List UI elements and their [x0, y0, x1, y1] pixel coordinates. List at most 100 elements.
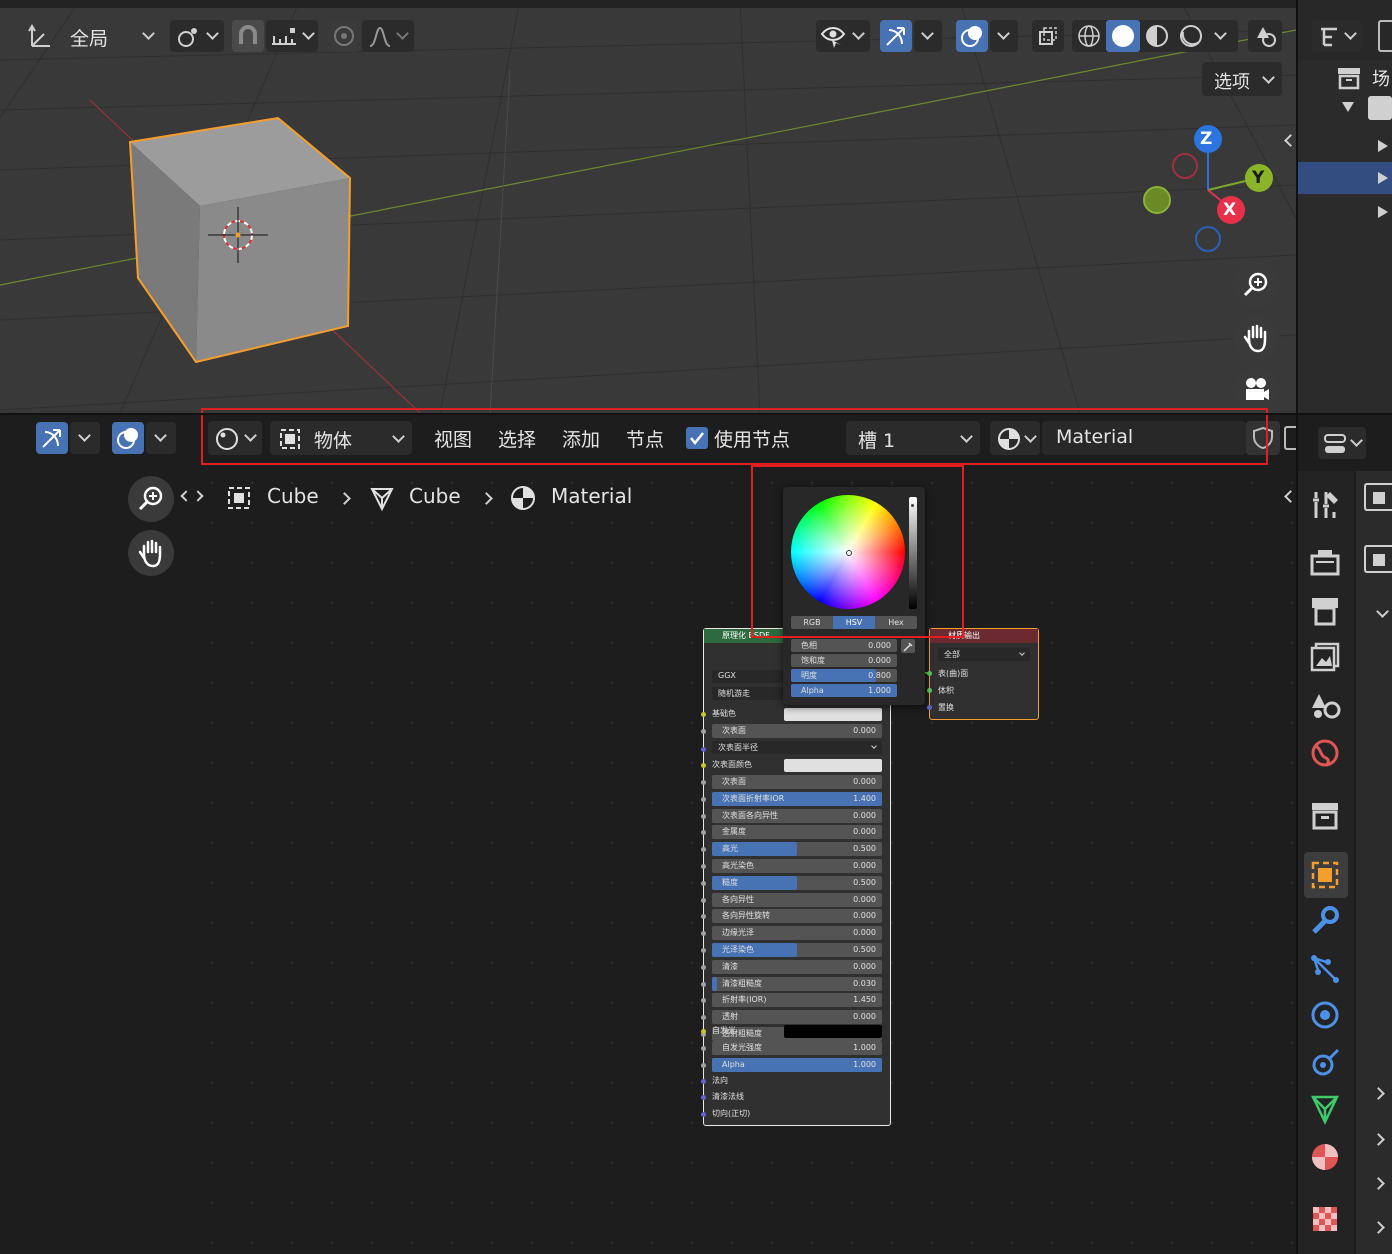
bsdf-field-socket[interactable]	[701, 830, 706, 835]
bsdf-field-socket[interactable]	[701, 914, 706, 919]
expand-arrow-icon[interactable]	[1342, 102, 1354, 112]
bsdf-field[interactable]: 清漆粗糙度 0.030	[712, 977, 882, 991]
color-picker-field[interactable]: 明度 0.800	[791, 669, 897, 682]
bsdf-field[interactable]: 清漆 0.000	[712, 960, 882, 974]
collection-tab-icon[interactable]	[1308, 798, 1342, 832]
bsdf-field-socket[interactable]	[701, 931, 706, 936]
alpha-socket[interactable]	[701, 1063, 706, 1068]
pan-button[interactable]	[128, 530, 174, 576]
expand-arrow-icon[interactable]	[1378, 206, 1388, 218]
color-picker-field[interactable]: 色相 0.000	[791, 639, 897, 652]
expand-arrow-icon[interactable]	[1378, 172, 1388, 184]
bsdf-field-socket[interactable]	[701, 1015, 706, 1020]
alpha-field[interactable]: Alpha 1.000	[712, 1058, 882, 1072]
bsdf-field[interactable]: 次表面 0.000	[712, 775, 882, 789]
toolbar-collapse-arrows-icon[interactable]	[180, 486, 206, 506]
properties-editor-type-dropdown[interactable]	[1318, 427, 1366, 459]
shading-options-button[interactable]	[1248, 20, 1282, 52]
displacement-socket[interactable]	[927, 705, 932, 710]
object-tab-icon[interactable]	[1308, 858, 1342, 892]
volume-socket[interactable]	[927, 688, 932, 693]
bsdf-field-socket[interactable]	[701, 965, 706, 970]
zoom-button[interactable]	[1233, 262, 1279, 308]
emission-swatch[interactable]	[784, 1025, 882, 1038]
bsdf-field[interactable]: 糙度 0.500	[712, 876, 882, 890]
material-shading-icon[interactable]	[1140, 20, 1174, 52]
bsdf-field[interactable]: 次表面折射率IOR 1.400	[712, 792, 882, 806]
eyedropper-button[interactable]	[901, 639, 915, 653]
bsdf-field[interactable]: 高光染色 0.000	[712, 859, 882, 873]
rendered-shading-icon[interactable]	[1174, 20, 1208, 52]
zoom-button[interactable]	[128, 476, 174, 522]
material-tab-icon[interactable]	[1308, 1140, 1342, 1174]
pan-button[interactable]	[1233, 315, 1279, 361]
bsdf-field-socket[interactable]	[701, 948, 706, 953]
emission-socket[interactable]	[701, 1029, 706, 1034]
normal-socket[interactable]	[701, 1079, 706, 1084]
filter-icon[interactable]	[1378, 20, 1392, 52]
bsdf-field[interactable]: 光泽染色 0.500	[712, 943, 882, 957]
object-name-field-icon[interactable]	[1364, 545, 1392, 573]
physics-tab-icon[interactable]	[1308, 998, 1342, 1032]
overlays-toggle-button[interactable]	[112, 422, 144, 454]
emission-strength-socket[interactable]	[701, 1046, 706, 1051]
snap-toggle-button[interactable]	[232, 20, 264, 52]
options-dropdown[interactable]: 选项	[1202, 62, 1282, 96]
visibility-dropdown[interactable]	[816, 20, 870, 52]
new-material-icon[interactable]	[1284, 426, 1296, 450]
texture-tab-icon[interactable]	[1308, 1202, 1342, 1236]
solid-shading-icon[interactable]	[1106, 20, 1140, 52]
bsdf-field[interactable]: 各向异性 0.000	[712, 893, 882, 907]
proportional-edit-button[interactable]	[328, 20, 360, 52]
bsdf-field[interactable]: 高光 0.500	[712, 842, 882, 856]
subsurface-color-socket[interactable]	[701, 763, 706, 768]
subsurface-radius-socket[interactable]	[701, 747, 706, 752]
wireframe-shading-icon[interactable]	[1072, 20, 1106, 52]
bsdf-field-socket[interactable]	[701, 780, 706, 785]
gizmo-dropdown[interactable]	[70, 422, 100, 454]
expand-arrow-icon[interactable]	[1378, 140, 1388, 152]
base-color-swatch[interactable]	[784, 708, 882, 721]
subsurface-socket[interactable]	[701, 729, 706, 734]
color-picker-field[interactable]: 饱和度 0.000	[791, 654, 897, 667]
view-layer-tab-icon[interactable]	[1308, 640, 1342, 674]
proportional-falloff-dropdown[interactable]	[362, 20, 414, 52]
bsdf-field-socket[interactable]	[701, 881, 706, 886]
render-tab-icon[interactable]	[1308, 546, 1342, 580]
surface-socket[interactable]	[927, 671, 932, 676]
transform-orientation-dropdown[interactable]: 全局	[58, 20, 162, 52]
bsdf-field[interactable]: 次表面各向异性 0.000	[712, 809, 882, 823]
gizmo-toggle-button[interactable]	[36, 422, 68, 454]
object-data-tab-icon[interactable]	[1308, 1092, 1342, 1126]
material-output-node[interactable]: 材质输出 全部 表(曲)面 体积 置换	[927, 628, 1039, 720]
chevron-down-icon[interactable]	[1214, 27, 1227, 40]
clearcoat-normal-socket[interactable]	[701, 1095, 706, 1100]
subsurface-color-swatch[interactable]	[784, 759, 882, 772]
color-picker-field[interactable]: Alpha 1.000	[791, 684, 897, 697]
gizmo-dropdown[interactable]	[914, 20, 942, 52]
bsdf-field-socket[interactable]	[701, 864, 706, 869]
bsdf-field[interactable]: 折射率(IOR) 1.450	[712, 993, 882, 1007]
outliner-row[interactable]	[1298, 130, 1392, 162]
bsdf-field-socket[interactable]	[701, 998, 706, 1003]
viewport-3d[interactable]: 全局 选项 Z Y X	[0, 0, 1296, 413]
outliner-row[interactable]	[1298, 196, 1392, 228]
bsdf-field[interactable]: 次表面 0.000	[712, 724, 882, 738]
bsdf-field[interactable]: 金属度 0.000	[712, 825, 882, 839]
camera-view-button[interactable]	[1233, 368, 1279, 413]
overlays-dropdown[interactable]	[990, 20, 1018, 52]
particles-tab-icon[interactable]	[1308, 952, 1342, 986]
bsdf-field[interactable]: 透射 0.000	[712, 1010, 882, 1024]
bsdf-field[interactable]: 各向异性旋转 0.000	[712, 909, 882, 923]
bsdf-field-socket[interactable]	[701, 814, 706, 819]
output-target-dropdown[interactable]: 全部	[938, 648, 1030, 661]
transform-pivot-icon[interactable]	[26, 20, 62, 52]
bsdf-field-socket[interactable]	[701, 898, 706, 903]
bsdf-field-socket[interactable]	[701, 982, 706, 987]
subsurface-radius-dropdown[interactable]: 次表面半径	[712, 741, 882, 754]
emission-strength-field[interactable]: 自发光强度 1.000	[712, 1041, 882, 1055]
scene-tab-icon[interactable]	[1308, 688, 1342, 722]
output-tab-icon[interactable]	[1308, 594, 1342, 628]
base-color-socket[interactable]	[701, 712, 706, 717]
sidebar-toggle-arrow[interactable]	[1282, 486, 1297, 506]
